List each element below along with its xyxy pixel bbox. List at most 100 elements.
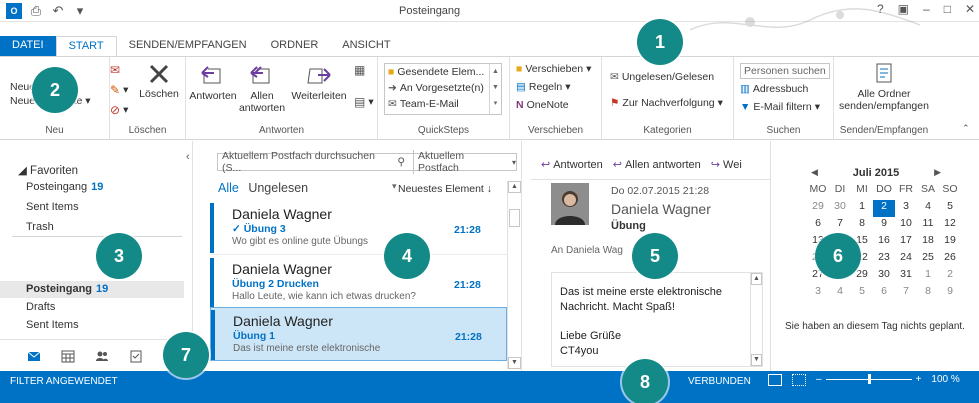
- more-reply-button[interactable]: ▤ ▾: [354, 95, 374, 109]
- forward-button[interactable]: Weiterleiten: [288, 63, 350, 102]
- minimize-icon[interactable]: –: [923, 2, 930, 16]
- calendar-day[interactable]: 16: [873, 234, 895, 251]
- address-book-button[interactable]: ▥ Adressbuch: [740, 83, 808, 95]
- search-scope[interactable]: Aktuellem Postfach: [413, 150, 506, 174]
- quickstep-item[interactable]: ➜ An Vorgesetzte(n): [385, 80, 501, 96]
- calendar-day[interactable]: 9: [873, 217, 895, 234]
- help-icon[interactable]: ?: [877, 2, 884, 16]
- zoom-in-icon[interactable]: +: [916, 374, 922, 385]
- scroll-down-icon[interactable]: ▼: [751, 354, 762, 366]
- calendar-day[interactable]: 8: [851, 217, 873, 234]
- calendar-day[interactable]: 31: [895, 268, 917, 285]
- calendar-day[interactable]: 4: [917, 200, 939, 217]
- rules-button[interactable]: ▤ Regeln ▾: [516, 81, 570, 93]
- scroll-up-icon[interactable]: ▲: [508, 181, 521, 193]
- calendar-day[interactable]: 3: [895, 200, 917, 217]
- calendar-day[interactable]: 30: [873, 268, 895, 285]
- calendar-day[interactable]: 5: [851, 285, 873, 302]
- calendar-day-today[interactable]: 2: [873, 200, 895, 217]
- reply-all-button[interactable]: Allen antworten: [238, 63, 286, 114]
- filter-unread-tab[interactable]: Ungelesen: [248, 181, 308, 195]
- calendar-day[interactable]: 11: [917, 217, 939, 234]
- zoom-slider[interactable]: [825, 374, 912, 384]
- gallery-scroll[interactable]: ▲ ▼ ▾: [489, 64, 501, 114]
- normal-view-icon[interactable]: [768, 374, 782, 386]
- folder-drafts[interactable]: Drafts: [26, 301, 55, 313]
- calendar-day[interactable]: 26: [939, 251, 961, 268]
- prev-month-icon[interactable]: ◀: [811, 167, 818, 179]
- onenote-button[interactable]: N OneNote: [516, 99, 569, 111]
- calendar-day[interactable]: 3: [807, 285, 829, 302]
- filter-email-button[interactable]: ▼ E-Mail filtern ▾: [740, 101, 820, 113]
- folder-sent[interactable]: Sent Items: [26, 319, 79, 331]
- zoom-thumb[interactable]: [867, 374, 871, 384]
- calendar-day[interactable]: 4: [829, 285, 851, 302]
- followup-button[interactable]: ⚑ Zur Nachverfolgung ▾: [610, 97, 723, 109]
- cleanup-button[interactable]: ✎ ▾: [110, 83, 128, 97]
- scroll-down-icon[interactable]: ▼: [508, 357, 521, 369]
- calendar-day[interactable]: 18: [917, 234, 939, 251]
- scope-dropdown-icon[interactable]: ▾: [512, 158, 516, 167]
- scroll-up-icon[interactable]: ▲: [751, 273, 762, 285]
- mail-search-box[interactable]: Aktuellem Postfach durchsuchen (S... ⚲ A…: [217, 150, 517, 174]
- tab-start[interactable]: START: [55, 36, 117, 56]
- tab-ordner[interactable]: ORDNER: [259, 36, 331, 56]
- message-item[interactable]: Daniela Wagner ✓ Übung 3 Wo gibt es onli…: [210, 201, 507, 255]
- folder-favorite-trash[interactable]: Trash: [26, 221, 54, 233]
- calendar-day[interactable]: 7: [829, 217, 851, 234]
- quickstep-item[interactable]: ✉ Team-E-Mail: [385, 96, 501, 112]
- calendar-day[interactable]: 8: [917, 285, 939, 302]
- tab-ansicht[interactable]: ANSICHT: [330, 36, 402, 56]
- folder-inbox[interactable]: Posteingang 19: [26, 283, 108, 295]
- delete-button[interactable]: Löschen: [136, 63, 182, 100]
- calendar-day[interactable]: 19: [939, 234, 961, 251]
- calendar-day[interactable]: 12: [939, 217, 961, 234]
- favorites-header[interactable]: ◢ Favoriten: [18, 163, 78, 177]
- zoom-out-icon[interactable]: –: [816, 374, 822, 385]
- scroll-thumb[interactable]: [509, 209, 520, 227]
- reply-button[interactable]: Antworten: [188, 63, 238, 102]
- close-icon[interactable]: ✕: [965, 2, 975, 16]
- message-item-selected[interactable]: Daniela Wagner Übung 1 Das ist meine ers…: [210, 307, 507, 361]
- rp-reply-all-button[interactable]: ↩ Allen antworten: [613, 158, 701, 172]
- maximize-icon[interactable]: □: [944, 2, 951, 16]
- move-button[interactable]: ■ Verschieben ▾: [516, 63, 591, 75]
- next-month-icon[interactable]: ▶: [934, 167, 941, 179]
- body-scrollbar[interactable]: ▲ ▼: [750, 273, 762, 366]
- search-people-input[interactable]: Personen suchen: [740, 63, 830, 79]
- calendar-day[interactable]: 6: [807, 217, 829, 234]
- calendar-day[interactable]: 30: [829, 200, 851, 217]
- folder-favorite-sent[interactable]: Sent Items: [26, 201, 79, 213]
- tab-senden-empfangen[interactable]: SENDEN/EMPFANGEN: [117, 36, 259, 56]
- message-list-scrollbar[interactable]: ▲ ▼: [507, 181, 521, 369]
- send-receive-icon[interactable]: ⎙: [28, 3, 44, 19]
- mail-nav-icon[interactable]: [27, 349, 41, 363]
- calendar-day[interactable]: 9: [939, 285, 961, 302]
- filter-all-tab[interactable]: Alle: [218, 181, 239, 195]
- calendar-day[interactable]: 17: [895, 234, 917, 251]
- filter-dropdown-icon[interactable]: ▾: [392, 181, 397, 192]
- calendar-day[interactable]: 6: [873, 285, 895, 302]
- sort-button[interactable]: Neuestes Element ↓: [398, 183, 492, 195]
- customize-qat-icon[interactable]: ▾: [72, 3, 88, 19]
- send-receive-all-button[interactable]: Alle Ordner senden/empfangen: [836, 61, 932, 112]
- ribbon-display-icon[interactable]: ▣: [898, 2, 909, 16]
- rp-forward-button[interactable]: ↪ Wei: [711, 158, 742, 172]
- folder-favorite-inbox[interactable]: Posteingang 19: [26, 181, 103, 193]
- calendar-day[interactable]: 29: [807, 200, 829, 217]
- unread-read-button[interactable]: ✉ Ungelesen/Gelesen: [610, 71, 714, 83]
- calendar-day[interactable]: 10: [895, 217, 917, 234]
- message-item[interactable]: Daniela Wagner Übung 2 Drucken Hallo Leu…: [210, 256, 507, 310]
- collapse-folder-pane-icon[interactable]: ‹: [186, 151, 190, 163]
- rp-reply-button[interactable]: ↩ Antworten: [541, 158, 603, 172]
- reading-view-icon[interactable]: [792, 374, 806, 386]
- tasks-nav-icon[interactable]: [129, 349, 143, 363]
- ignore-button[interactable]: ✉: [110, 63, 120, 77]
- calendar-day[interactable]: 2: [939, 268, 961, 285]
- calendar-day[interactable]: 7: [895, 285, 917, 302]
- tab-datei[interactable]: DATEI: [0, 36, 56, 56]
- calendar-day[interactable]: 24: [895, 251, 917, 268]
- junk-button[interactable]: ⊘ ▾: [110, 103, 128, 117]
- calendar-day[interactable]: 23: [873, 251, 895, 268]
- calendar-nav-icon[interactable]: [61, 349, 75, 363]
